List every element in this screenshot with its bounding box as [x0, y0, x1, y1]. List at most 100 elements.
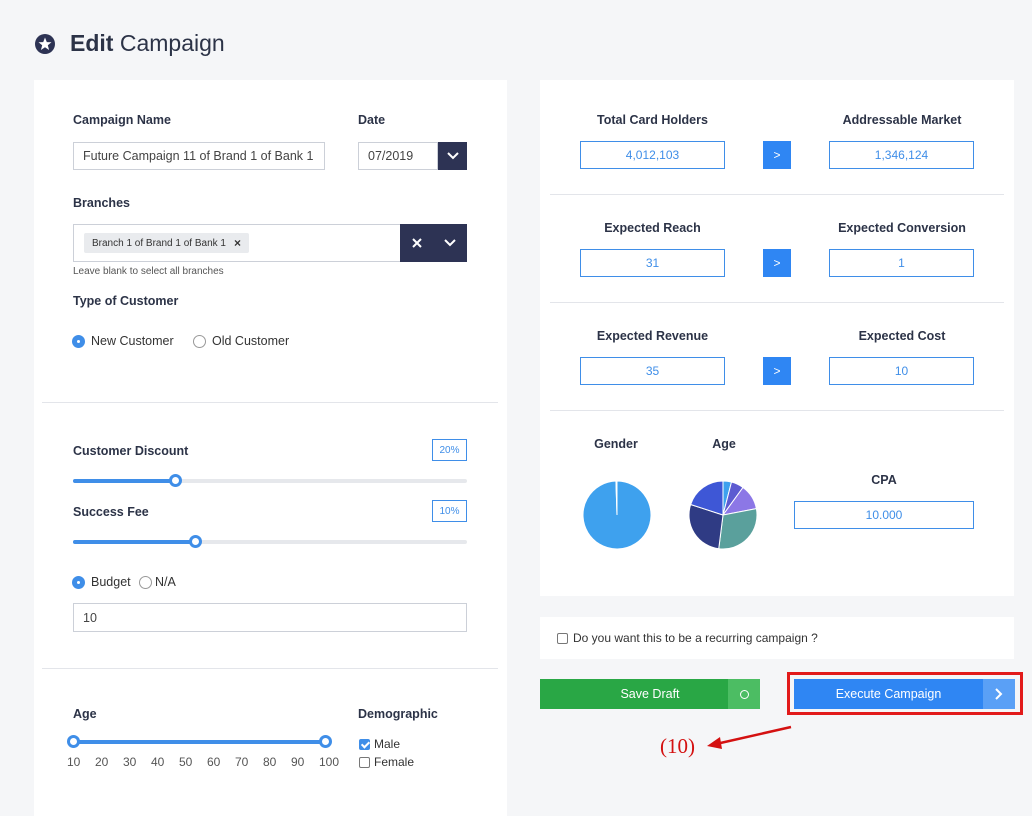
date-label: Date — [358, 113, 386, 127]
execute-campaign-button[interactable]: Execute Campaign — [794, 679, 1015, 709]
male-checkbox[interactable]: Male — [359, 737, 400, 751]
new-customer-radio[interactable]: New Customer — [72, 334, 174, 348]
age-tick-label: 70 — [235, 755, 249, 769]
age-tick-label: 40 — [151, 755, 165, 769]
recurring-label: Do you want this to be a recurring campa… — [573, 631, 818, 645]
age-pie-chart — [688, 480, 758, 550]
expected-conversion-value: 1 — [829, 249, 974, 277]
age-tick-label: 60 — [207, 755, 221, 769]
radio-dot — [139, 575, 152, 589]
new-customer-label: New Customer — [91, 334, 174, 348]
na-label: N/A — [155, 575, 176, 589]
branches-controls — [400, 224, 467, 262]
age-min-handle[interactable] — [67, 735, 80, 748]
arrow-button[interactable]: > — [763, 357, 791, 385]
divider — [42, 402, 498, 403]
chip-remove-icon[interactable]: × — [234, 236, 241, 250]
branches-select[interactable]: Branch 1 of Brand 1 of Bank 1 × — [73, 224, 401, 262]
chevron-right-icon — [983, 679, 1015, 709]
age-chart-label: Age — [712, 437, 736, 451]
gender-label: Gender — [594, 437, 638, 451]
expected-cost-value: 10 — [829, 357, 974, 385]
date-input[interactable]: 07/2019 — [358, 142, 438, 170]
age-slice-3 — [718, 508, 758, 550]
circle-icon — [728, 679, 760, 709]
radio-dot — [193, 334, 206, 348]
radio-dot — [72, 334, 85, 348]
addressable-market-value: 1,346,124 — [829, 141, 974, 169]
branches-hint: Leave blank to select all branches — [73, 266, 224, 277]
cpa-value: 10.000 — [794, 501, 974, 529]
chevron-down-icon[interactable] — [444, 239, 456, 247]
expected-revenue-value: 35 — [580, 357, 725, 385]
budget-radio[interactable]: Budget — [72, 575, 131, 589]
addressable-market-label: Addressable Market — [842, 113, 962, 127]
old-customer-radio[interactable]: Old Customer — [193, 334, 289, 348]
divider — [550, 410, 1004, 411]
success-fee-label: Success Fee — [73, 505, 149, 519]
campaign-name-label: Campaign Name — [73, 113, 171, 127]
discount-slider-fill — [73, 479, 175, 483]
chevron-down-icon — [446, 152, 459, 160]
campaign-form-panel: Campaign Name Future Campaign 11 of Bran… — [34, 80, 507, 816]
discount-slider[interactable] — [73, 474, 467, 487]
campaign-name-input[interactable]: Future Campaign 11 of Brand 1 of Bank 1 — [73, 142, 325, 170]
checkbox-box — [359, 738, 370, 750]
expected-reach-label: Expected Reach — [604, 221, 701, 235]
divider — [550, 194, 1004, 195]
demographic-label: Demographic — [358, 707, 438, 721]
expected-reach-value: 31 — [580, 249, 725, 277]
age-ticks: 10 20 30 40 50 60 70 80 90 100 — [67, 755, 347, 769]
metrics-panel: Total Card Holders Addressable Market 4,… — [540, 80, 1014, 596]
cpa-label: CPA — [871, 473, 897, 487]
age-label: Age — [73, 707, 97, 721]
age-max-handle[interactable] — [319, 735, 332, 748]
recurring-panel: Do you want this to be a recurring campa… — [540, 617, 1014, 659]
gender-pie-chart — [582, 480, 652, 550]
age-tick-label: 50 — [179, 755, 193, 769]
age-tick-label: 10 — [67, 755, 81, 769]
age-tick-label: 90 — [291, 755, 305, 769]
star-icon — [35, 33, 55, 54]
total-card-holders-value: 4,012,103 — [580, 141, 725, 169]
discount-value-badge: 20% — [432, 439, 467, 461]
expected-cost-label: Expected Cost — [858, 329, 946, 343]
branches-label: Branches — [73, 196, 130, 210]
date-dropdown-button[interactable] — [438, 142, 467, 170]
success-fee-slider[interactable] — [73, 535, 467, 548]
clear-icon[interactable] — [411, 237, 423, 249]
age-tick-label: 20 — [95, 755, 109, 769]
title-bold: Edit — [70, 30, 114, 56]
female-label: Female — [374, 755, 415, 769]
checkbox-box — [557, 632, 568, 644]
female-checkbox[interactable]: Female — [359, 755, 414, 769]
budget-input[interactable]: 10 — [73, 603, 467, 632]
branch-chip: Branch 1 of Brand 1 of Bank 1 × — [84, 233, 249, 253]
recurring-checkbox[interactable]: Do you want this to be a recurring campa… — [557, 631, 818, 645]
annotation-arrow-icon — [707, 725, 792, 749]
old-customer-label: Old Customer — [212, 334, 290, 348]
success-fee-slider-fill — [73, 540, 195, 544]
divider — [42, 668, 498, 669]
annotation-label: (10) — [660, 734, 695, 758]
total-card-holders-label: Total Card Holders — [597, 113, 708, 127]
customer-type-label: Type of Customer — [73, 294, 179, 308]
save-draft-button[interactable]: Save Draft — [540, 679, 760, 709]
budget-label: Budget — [91, 575, 131, 589]
na-radio[interactable]: N/A — [139, 575, 176, 589]
title-rest: Campaign — [113, 30, 225, 56]
success-fee-value-badge: 10% — [432, 500, 467, 522]
success-fee-slider-handle[interactable] — [189, 535, 202, 548]
arrow-button[interactable]: > — [763, 249, 791, 277]
age-range-slider[interactable] — [67, 735, 332, 748]
age-tick-label: 80 — [263, 755, 277, 769]
male-label: Male — [374, 737, 401, 751]
execute-campaign-label: Execute Campaign — [835, 687, 942, 701]
divider — [550, 302, 1004, 303]
radio-dot — [72, 575, 85, 589]
discount-slider-handle[interactable] — [169, 474, 182, 487]
arrow-button[interactable]: > — [763, 141, 791, 169]
age-tick-label: 100 — [319, 755, 340, 769]
save-draft-label: Save Draft — [620, 687, 680, 701]
expected-revenue-label: Expected Revenue — [596, 329, 709, 343]
